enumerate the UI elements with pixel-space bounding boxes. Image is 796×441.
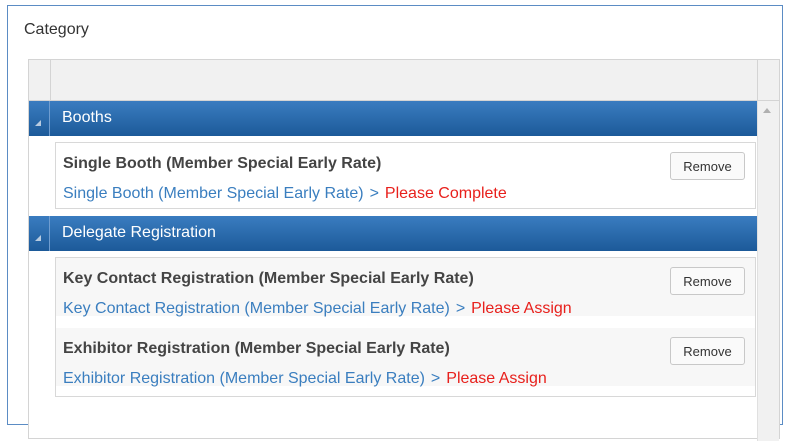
item-link[interactable]: Key Contact Registration (Member Special… — [63, 300, 450, 317]
grid-header-scroll-cell — [757, 60, 779, 100]
category-grid: Booths Single Booth (Member Special Earl… — [28, 59, 780, 441]
collapse-triangle-icon — [35, 235, 41, 241]
item-status[interactable]: Please Complete — [385, 185, 507, 202]
remove-button[interactable]: Remove — [670, 267, 745, 295]
scroll-up-arrow-icon[interactable] — [763, 108, 771, 113]
vertical-scrollbar[interactable] — [757, 101, 779, 441]
item-title: Single Booth (Member Special Early Rate) — [63, 155, 382, 172]
item-separator: > — [455, 300, 466, 317]
group-items-delegate-registration: Key Contact Registration (Member Special… — [55, 257, 756, 397]
group-label: Booths — [62, 109, 112, 126]
item-separator: > — [369, 185, 379, 202]
item-status[interactable]: Please Assign — [471, 300, 572, 317]
item-status-line: Single Booth (Member Special Early Rate)… — [63, 185, 507, 203]
item-separator: > — [430, 370, 441, 387]
grid-header-expander-cell — [29, 60, 51, 100]
list-item: Key Contact Registration (Member Special… — [56, 258, 755, 318]
group-label: Delegate Registration — [62, 224, 216, 241]
list-item: Single Booth (Member Special Early Rate)… — [56, 143, 755, 203]
collapse-toggle[interactable] — [29, 101, 50, 136]
item-link[interactable]: Exhibitor Registration (Member Special E… — [63, 370, 425, 387]
group-header-delegate-registration[interactable]: Delegate Registration — [29, 216, 758, 251]
item-title: Exhibitor Registration (Member Special E… — [63, 340, 450, 357]
grid-header — [29, 60, 779, 101]
item-link[interactable]: Single Booth (Member Special Early Rate) — [63, 185, 364, 202]
remove-button[interactable]: Remove — [670, 152, 745, 180]
panel-title: Category — [24, 21, 89, 38]
group-header-booths[interactable]: Booths — [29, 101, 758, 136]
item-status-line: Key Contact Registration (Member Special… — [63, 300, 572, 318]
remove-button[interactable]: Remove — [670, 337, 745, 365]
item-status-line: Exhibitor Registration (Member Special E… — [63, 370, 547, 388]
collapse-toggle[interactable] — [29, 216, 50, 251]
list-item: Exhibitor Registration (Member Special E… — [56, 328, 755, 388]
category-panel: Category Booths Single Booth (Member Spe… — [7, 5, 783, 441]
item-status[interactable]: Please Assign — [446, 370, 547, 387]
collapse-triangle-icon — [35, 120, 41, 126]
item-title: Key Contact Registration (Member Special… — [63, 270, 474, 287]
group-items-booths: Single Booth (Member Special Early Rate)… — [55, 142, 756, 209]
